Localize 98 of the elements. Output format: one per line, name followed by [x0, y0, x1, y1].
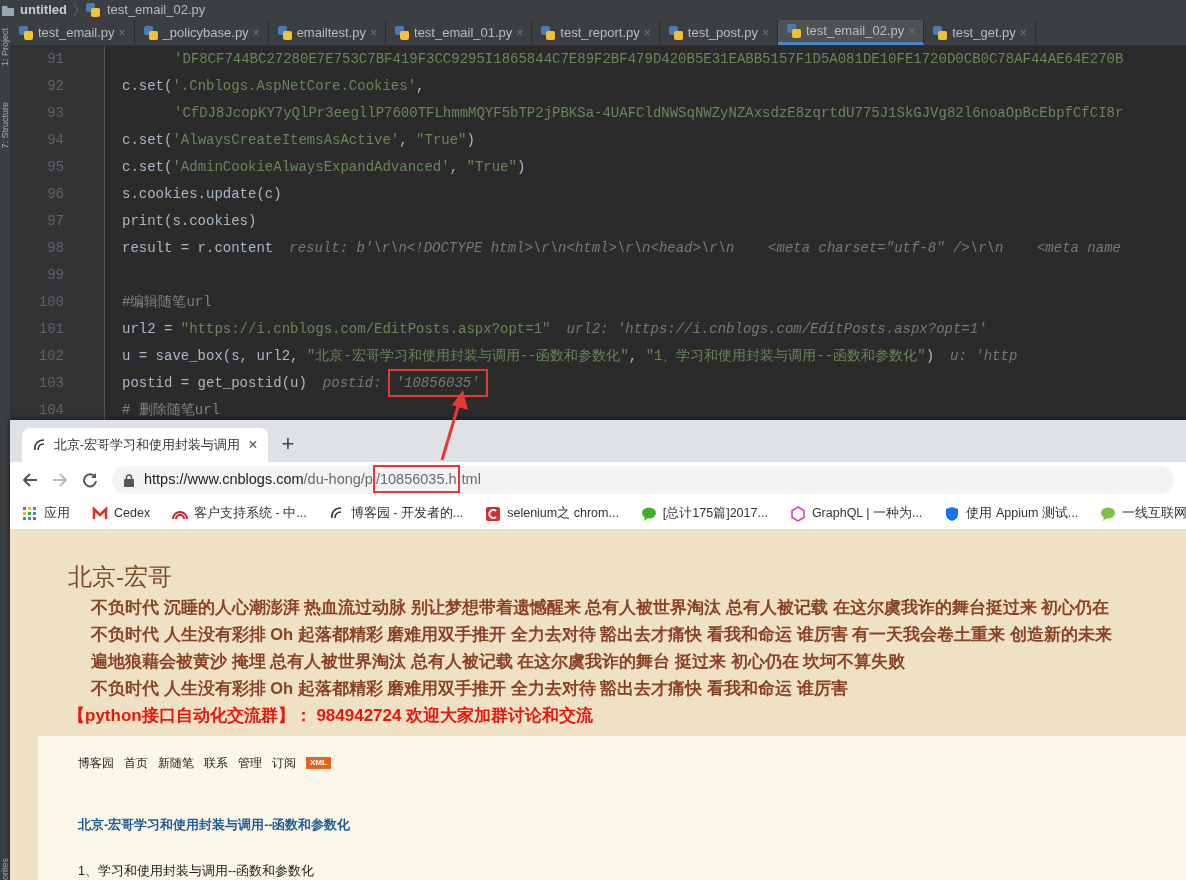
breadcrumb-item[interactable]: untitled — [20, 0, 67, 20]
code-comment: #编辑随笔url — [122, 294, 212, 310]
nav-link[interactable]: 新随笔 — [158, 754, 194, 772]
new-tab-button[interactable]: + — [275, 426, 301, 461]
code-text: , — [449, 159, 460, 175]
lock-icon — [124, 473, 134, 487]
inline-value-hint: result: b'\r\n<!DOCTYPE html>\r\n<html>\r\n<head>\r\n <meta charset="utf-8" />\r\n <meta name — [289, 240, 1121, 256]
python-file-icon — [276, 24, 293, 41]
code-text: s.cookies.update(c) — [122, 186, 282, 202]
string-literal: "1、学习和使用封装与调用--函数和参数化" — [645, 348, 926, 364]
python-file-icon — [785, 23, 802, 39]
string-literal: '.Cnblogs.AspNetCore.Cookies' — [172, 78, 417, 94]
nav-link[interactable]: 联系 — [204, 754, 228, 772]
string-literal: "https://i.cnblogs.com/EditPosts.aspx?opt=1" — [180, 321, 551, 337]
tool-window-tab[interactable]: 7: Structure — [0, 102, 10, 149]
string-literal: 'CfDJ8JcopKY7yQlPr3eegllP7600TFLhmmMQYF5bTP2jPBKSa-4UAFCldNWSqNWZyNZAxsdzE8zqrtdU775J1SkGJVg82l6noaOpBcEbpfCfCI8r — [174, 105, 1124, 121]
editor-tab[interactable]: test_report.py × — [532, 20, 660, 45]
breadcrumb-item[interactable]: test_email_02.py — [106, 0, 206, 20]
editor-tab[interactable]: test_post.py × — [659, 20, 778, 45]
bookmark-link[interactable]: Cedex — [114, 504, 151, 523]
reload-icon — [82, 472, 98, 488]
tab-title: 北京-宏哥学习和使用封装与调用 — [54, 436, 241, 454]
editor-tab[interactable]: test_get.py × — [924, 20, 1036, 45]
python-file-icon — [142, 24, 159, 41]
string-literal: "True" — [416, 132, 467, 148]
code-text: , — [416, 78, 425, 94]
inline-value-hint: postid: — [322, 375, 382, 391]
tool-window-tab[interactable]: orites — [0, 858, 10, 880]
code-text: result = r.content — [122, 240, 274, 256]
string-literal: 'DF8CF744BC27280E7E753C7BF419F3CC9295I1865844C7E89F2BF479D420B5E31EABB5157F1D5A081DE10FE1720D0CB0C78AF44AE64E270B — [174, 51, 1124, 67]
string-literal: 'AlwaysCreateItemsAsActive' — [172, 132, 400, 148]
nav-link[interactable]: 博客园 — [78, 754, 114, 772]
code-text: c.set( — [122, 78, 173, 94]
python-file-icon — [84, 2, 101, 18]
site-title[interactable]: 北京-宏哥 — [10, 530, 1186, 594]
inline-value-hint: url2: 'https://i.cnblogs.com/EditPosts.aspx?opt=1' — [566, 321, 987, 337]
bookmark-link[interactable]: 一线互联网 — [1122, 504, 1186, 523]
zigzag-icon — [92, 505, 108, 522]
editor-tab[interactable]: emailtest.py × — [268, 20, 386, 45]
code-text: ) — [516, 159, 526, 175]
code-text: print(s.cookies) — [122, 213, 257, 229]
editor-tab[interactable]: test_email_02.py × — [777, 20, 925, 45]
grid-icon — [22, 505, 38, 522]
address-bar[interactable]: https://www.cnblogs.com/du-hong/p /10856035.h tml — [112, 466, 1174, 494]
bookmark-link[interactable]: 应用 — [44, 504, 70, 523]
banner-text: 不负时代 沉睡的人心潮澎湃 热血流过动脉 别让梦想带着遗憾醒来 总有人被世界淘汰 总有人被记载 在这尔虞我诈的舞台挺过来 初心仍在 — [90, 597, 1111, 618]
chevron-icon — [72, 3, 79, 17]
bookmark-link[interactable]: [总计175篇]2017... — [662, 504, 768, 523]
tool-window-tab[interactable]: 1: Project — [0, 28, 10, 67]
inline-value-hint: u: 'http — [950, 348, 1018, 364]
code-text: ) — [466, 132, 475, 148]
bookmark-link[interactable]: 使用 Appium 测试... — [966, 504, 1079, 523]
banner-text: 遍地狼藉会被黄沙 掩埋 总有人被世界淘汰 总有人被记载 在这尔虞我诈的舞台 挺过来 初心仍在 坎坷不算失败 — [90, 651, 907, 672]
forward-arrow-icon — [52, 472, 68, 488]
code-text: , — [399, 132, 409, 148]
post-summary: 1、学习和使用封装与调用--函数和参数化 — [78, 863, 316, 880]
code-text: c.set( — [122, 159, 173, 175]
code-comment: # 删除随笔url — [122, 402, 220, 418]
close-tab-button[interactable]: × — [248, 433, 258, 457]
python-file-icon — [932, 24, 949, 41]
string-literal: "北京-宏哥学习和使用封装与调用--函数和参数化" — [306, 348, 629, 364]
editor-tab[interactable]: test_email_01.py × — [386, 20, 533, 45]
editor-tab[interactable]: _policybase.py × — [134, 20, 269, 45]
string-literal: "True" — [466, 159, 517, 175]
post-title-link[interactable]: 北京-宏哥学习和使用封装与调用--函数和参数化 — [78, 816, 351, 835]
code-text: c.set( — [122, 132, 173, 148]
python-file-icon — [18, 24, 34, 41]
string-literal: 'AdminCookieAlwaysExpandAdvanced' — [172, 159, 450, 175]
back-arrow-icon — [22, 472, 38, 488]
code-text: , — [628, 348, 639, 364]
python-file-icon — [667, 24, 684, 41]
highlighted-value: '10856035' — [387, 369, 488, 397]
bookmark-link[interactable]: 客户支持系统 - 中... — [194, 504, 307, 523]
swirl-icon — [32, 438, 46, 452]
banner-text: 不负时代 人生没有彩排 Oh 起落都精彩 磨难用双手推开 全力去对待 豁出去才痛快 看我和命运 谁厉害 有一天我会卷土重来 创造新的未来 — [90, 624, 1113, 646]
chat-bubble-icon — [1100, 505, 1117, 522]
editor-tab[interactable]: test_email.py × — [10, 20, 135, 45]
python-file-icon — [394, 24, 410, 41]
nav-link[interactable]: 管理 — [238, 754, 262, 772]
code-text: postid = get_postid(u) — [122, 375, 307, 391]
code-text: url2 = — [122, 321, 174, 337]
rounded-square-icon — [485, 505, 502, 522]
browser-tab[interactable]: 北京-宏哥学习和使用封装与调用 × — [22, 428, 268, 462]
nav-link[interactable]: 首页 — [124, 754, 148, 772]
group-notice: 【python接口自动化交流群】： 984942724 欢迎大家加群讨论和交流 — [67, 705, 595, 727]
hexagon-icon — [789, 505, 806, 522]
chat-bubble-icon — [640, 505, 657, 522]
python-file-icon — [540, 24, 557, 41]
bookmark-link[interactable]: GraphQL | 一种为... — [811, 504, 923, 523]
code-text: ) — [925, 348, 935, 364]
shield-icon — [944, 505, 961, 522]
banner-text: 不负时代 人生没有彩排 Oh 起落都精彩 磨难用双手推开 全力去对待 豁出去才痛快 看我和命运 谁厉害 — [90, 678, 849, 700]
bookmark-link[interactable]: 博客园 - 开发者的... — [350, 504, 464, 523]
code-text: u = save_box(s, url2, — [122, 348, 300, 364]
nav-link[interactable]: 订阅 — [272, 754, 296, 772]
bookmark-link[interactable]: selenium之 chrom... — [507, 504, 619, 523]
folder-icon — [2, 4, 14, 16]
xml-feed-badge[interactable]: XML — [306, 757, 331, 769]
